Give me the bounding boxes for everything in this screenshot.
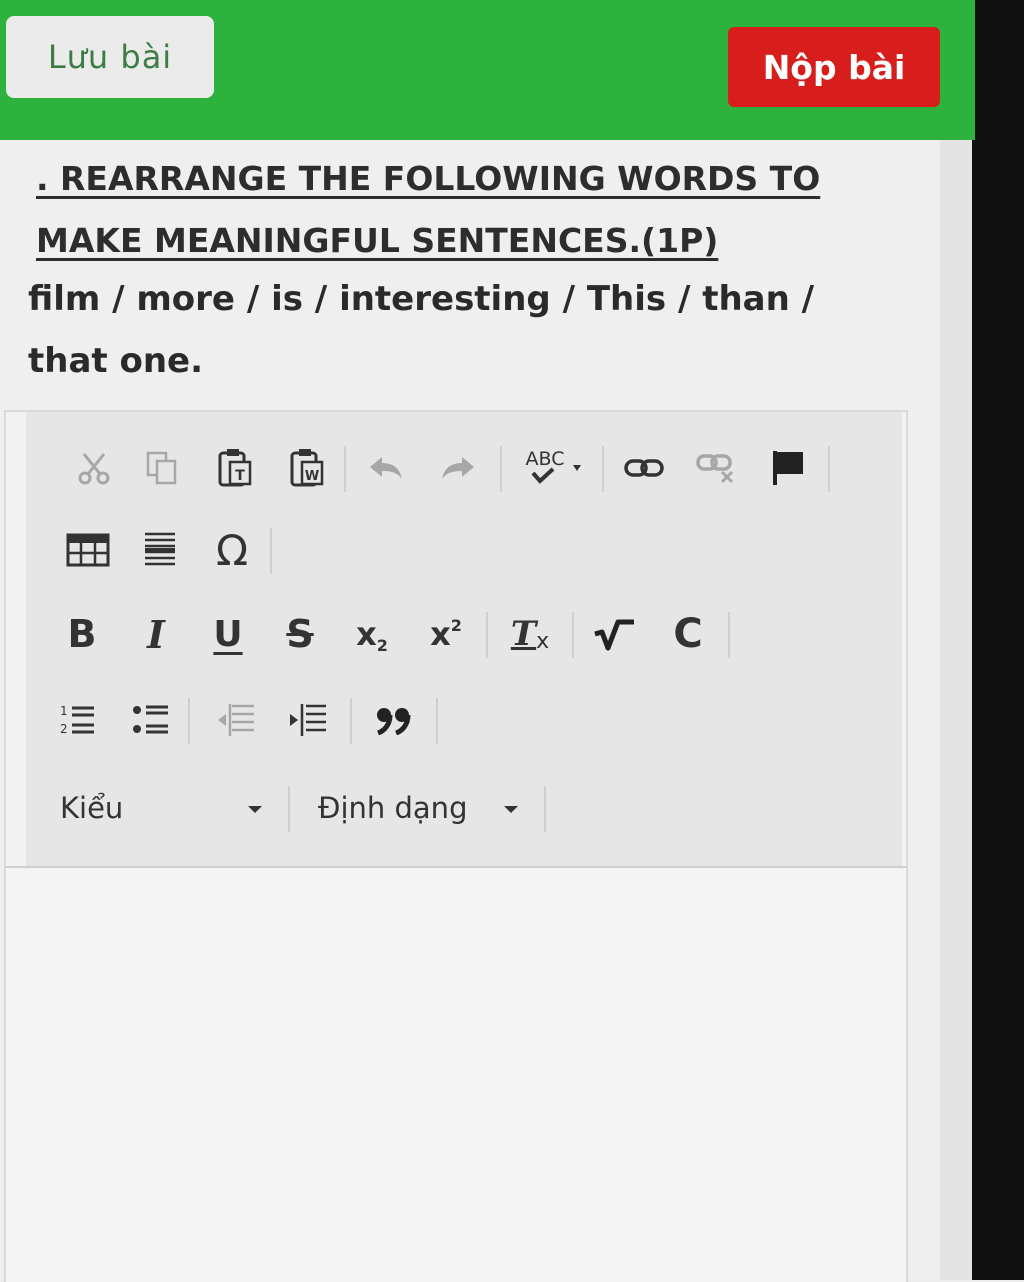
toolbar-separator	[270, 528, 272, 574]
paste-word-icon[interactable]: W	[282, 442, 334, 494]
toolbar-separator	[436, 698, 438, 744]
question-heading: . REARRANGE THE FOLLOWING WORDS TO MAKE …	[36, 159, 821, 260]
horizontal-line-icon[interactable]	[134, 524, 186, 576]
svg-text:W: W	[305, 469, 319, 484]
svg-text:1: 1	[60, 704, 68, 718]
editor-toolbar: T W ABC Ω B I U S x 2 x 2 T x C 1 2 Kiểu…	[26, 412, 902, 866]
underline-icon[interactable]: U	[202, 608, 254, 660]
bulleted-list-icon[interactable]	[124, 694, 176, 746]
device-bezel	[970, 0, 1024, 1280]
numbered-list-icon[interactable]: 12	[52, 694, 104, 746]
toolbar-separator	[602, 446, 604, 492]
undo-icon[interactable]	[360, 442, 412, 494]
svg-text:2: 2	[60, 722, 68, 736]
math-icon[interactable]	[588, 608, 640, 660]
toolbar-separator	[344, 446, 346, 492]
blockquote-icon[interactable]	[368, 694, 420, 746]
toolbar-separator	[728, 612, 730, 658]
increase-indent-icon[interactable]	[282, 694, 334, 746]
spellcheck-label: ABC	[526, 448, 565, 470]
toolbar-separator	[544, 786, 546, 832]
special-char-icon[interactable]: Ω	[206, 524, 258, 576]
format-dropdown[interactable]: Định dạng	[318, 782, 524, 834]
answer-editor: T W ABC Ω B I U S x 2 x 2 T x C 1 2 Kiểu…	[4, 410, 908, 1282]
header-bar: Lưu bài Nộp bài	[0, 0, 975, 140]
chevron-down-icon	[248, 806, 262, 813]
anchor-icon[interactable]	[762, 442, 814, 494]
save-button[interactable]: Lưu bài	[6, 16, 214, 98]
question-prompt: film / more / is / interesting / This / …	[28, 279, 815, 381]
redo-icon[interactable]	[432, 442, 484, 494]
format-dropdown-label: Định dạng	[318, 791, 468, 825]
link-icon[interactable]	[618, 442, 670, 494]
unlink-icon[interactable]	[690, 442, 742, 494]
remove-format-icon[interactable]: Tx	[504, 608, 556, 660]
toolbar-separator	[828, 446, 830, 492]
cut-icon[interactable]	[68, 442, 120, 494]
style-dropdown-label: Kiểu	[60, 791, 124, 825]
toolbar-separator	[572, 612, 574, 658]
table-icon[interactable]	[60, 524, 116, 576]
style-dropdown[interactable]: Kiểu	[60, 782, 266, 834]
chevron-down-icon	[504, 806, 518, 813]
toolbar-separator	[486, 612, 488, 658]
paste-text-icon[interactable]: T	[210, 442, 262, 494]
editor-content-area[interactable]	[6, 868, 906, 1282]
toolbar-separator	[288, 786, 290, 832]
spellcheck-icon[interactable]: ABC	[518, 442, 590, 494]
subscript-icon[interactable]: x2	[346, 608, 398, 660]
toolbar-separator	[188, 698, 190, 744]
toolbar-separator	[500, 446, 502, 492]
page-margin	[940, 140, 972, 1280]
decrease-indent-icon[interactable]	[210, 694, 262, 746]
svg-text:T: T	[235, 468, 245, 484]
toolbar-separator	[350, 698, 352, 744]
chemistry-icon[interactable]: C	[662, 608, 714, 660]
copy-icon[interactable]	[136, 442, 188, 494]
submit-button[interactable]: Nộp bài	[728, 27, 940, 107]
strikethrough-icon[interactable]: S	[274, 608, 326, 660]
bold-icon[interactable]: B	[56, 608, 108, 660]
superscript-icon[interactable]: x2	[420, 608, 472, 660]
italic-icon[interactable]: I	[130, 608, 182, 660]
